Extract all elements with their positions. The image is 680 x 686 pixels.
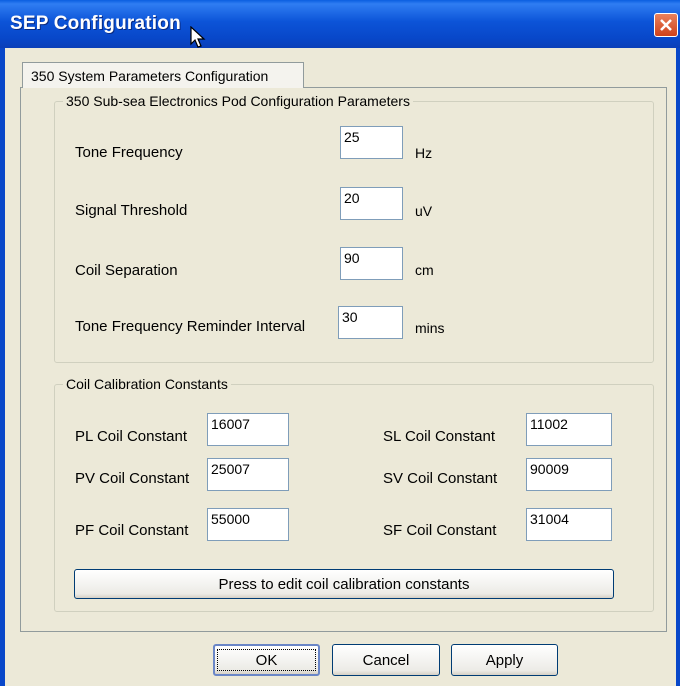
tone-frequency-field[interactable]: 25	[340, 126, 403, 159]
signal-threshold-label: Signal Threshold	[75, 202, 188, 219]
ok-button[interactable]: OK	[213, 644, 320, 676]
pf-coil-field[interactable]: 55000	[207, 508, 289, 541]
tone-frequency-unit: Hz	[415, 145, 433, 161]
reminder-interval-field[interactable]: 30	[338, 306, 403, 339]
sf-coil-label: SF Coil Constant	[383, 522, 497, 539]
cancel-button[interactable]: Cancel	[332, 644, 440, 676]
sv-coil-field[interactable]: 90009	[526, 458, 612, 491]
close-button[interactable]	[654, 13, 678, 37]
tab-system-parameters[interactable]: 350 System Parameters Configuration	[22, 62, 304, 88]
sf-coil-field[interactable]: 31004	[526, 508, 612, 541]
coil-calibration-group-title: Coil Calibration Constants	[63, 376, 231, 392]
signal-threshold-field[interactable]: 20	[340, 187, 403, 220]
window-title: SEP Configuration	[10, 13, 181, 34]
pl-coil-field[interactable]: 16007	[207, 413, 289, 446]
coil-separation-unit: cm	[415, 262, 434, 278]
apply-button[interactable]: Apply	[451, 644, 558, 676]
signal-threshold-unit: uV	[415, 203, 433, 219]
edit-coil-constants-button[interactable]: Press to edit coil calibration constants	[74, 569, 614, 599]
sl-coil-field[interactable]: 11002	[526, 413, 612, 446]
sv-coil-label: SV Coil Constant	[383, 470, 498, 487]
tab-label: 350 System Parameters Configuration	[31, 68, 269, 84]
coil-separation-field[interactable]: 90	[340, 247, 403, 280]
ok-button-label: OK	[217, 649, 316, 671]
reminder-interval-label: Tone Frequency Reminder Interval	[75, 318, 306, 335]
pv-coil-field[interactable]: 25007	[207, 458, 289, 491]
window-frame-right	[676, 48, 680, 686]
sl-coil-label: SL Coil Constant	[383, 428, 496, 445]
pf-coil-label: PF Coil Constant	[75, 522, 189, 539]
title-bar[interactable]: SEP Configuration	[0, 0, 680, 48]
coil-separation-label: Coil Separation	[75, 262, 178, 279]
close-icon	[660, 19, 672, 31]
pv-coil-label: PV Coil Constant	[75, 470, 190, 487]
pl-coil-label: PL Coil Constant	[75, 428, 188, 445]
reminder-interval-unit: mins	[415, 320, 445, 336]
tone-frequency-label: Tone Frequency	[75, 144, 183, 161]
pod-config-group-title: 350 Sub-sea Electronics Pod Configuratio…	[63, 93, 413, 109]
